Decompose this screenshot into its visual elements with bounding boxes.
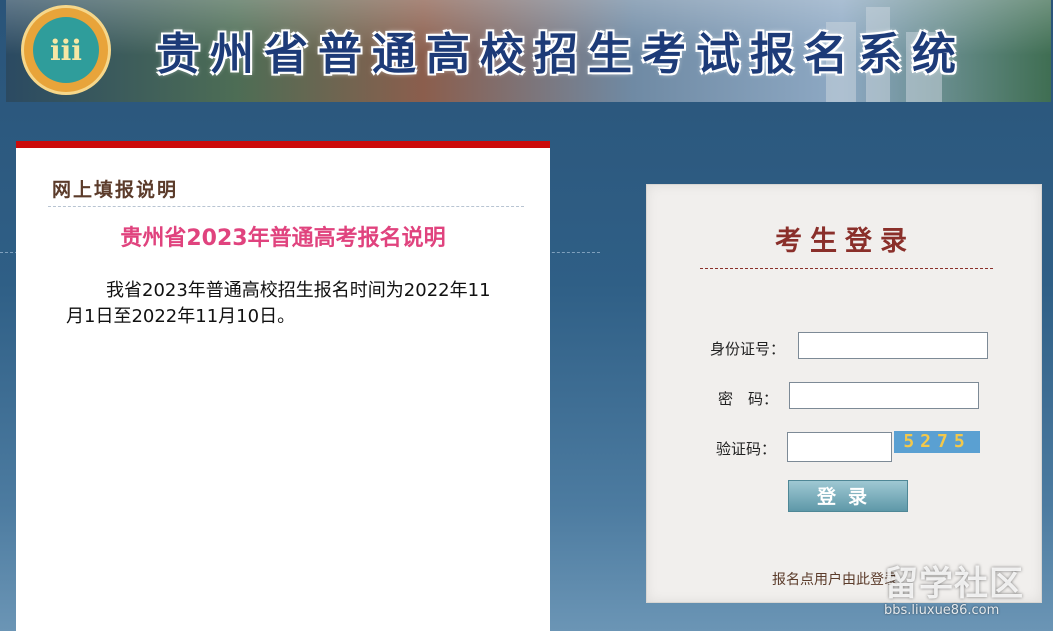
id-number-label: 身份证号：	[710, 340, 786, 358]
password-input[interactable]	[789, 382, 979, 409]
login-button[interactable]: 登录	[788, 480, 908, 512]
login-divider	[700, 268, 993, 269]
notice-heading: 网上填报说明	[52, 179, 179, 201]
notice-panel: 网上填报说明 贵州省2023年普通高考报名说明 我省2023年普通高校招生报名时…	[16, 141, 550, 631]
login-title: 考生登录	[775, 226, 915, 257]
captcha-input[interactable]	[787, 432, 892, 462]
notice-body: 我省2023年普通高校招生报名时间为2022年11月1日至2022年11月10日…	[66, 280, 491, 327]
logo-icon: ⅲ	[21, 5, 111, 95]
watermark-url: bbs.liuxue86.com	[884, 603, 1000, 618]
notice-title[interactable]: 贵州省2023年普通高考报名说明	[16, 220, 550, 252]
captcha-image[interactable]: 5275	[894, 431, 980, 453]
notice-divider	[48, 206, 524, 207]
captcha-label: 验证码：	[716, 440, 777, 458]
login-panel: 考生登录 身份证号： 密 码： 验证码： 5275 登录 报名点用户由此登录	[646, 184, 1042, 603]
id-number-input[interactable]	[798, 332, 988, 359]
watermark: 留学社区 bbs.liuxue86.com	[884, 556, 1044, 626]
password-label: 密 码：	[718, 390, 779, 408]
logo-emblem: ⅲ	[33, 17, 99, 83]
header-banner: ⅲ 贵州省普通高校招生考试报名系统	[6, 0, 1051, 102]
watermark-text: 留学社区	[884, 564, 1024, 604]
banner-title: 贵州省普通高校招生考试报名系统	[156, 29, 966, 80]
site-user-login-link[interactable]: 报名点用户由此登录	[772, 569, 898, 589]
